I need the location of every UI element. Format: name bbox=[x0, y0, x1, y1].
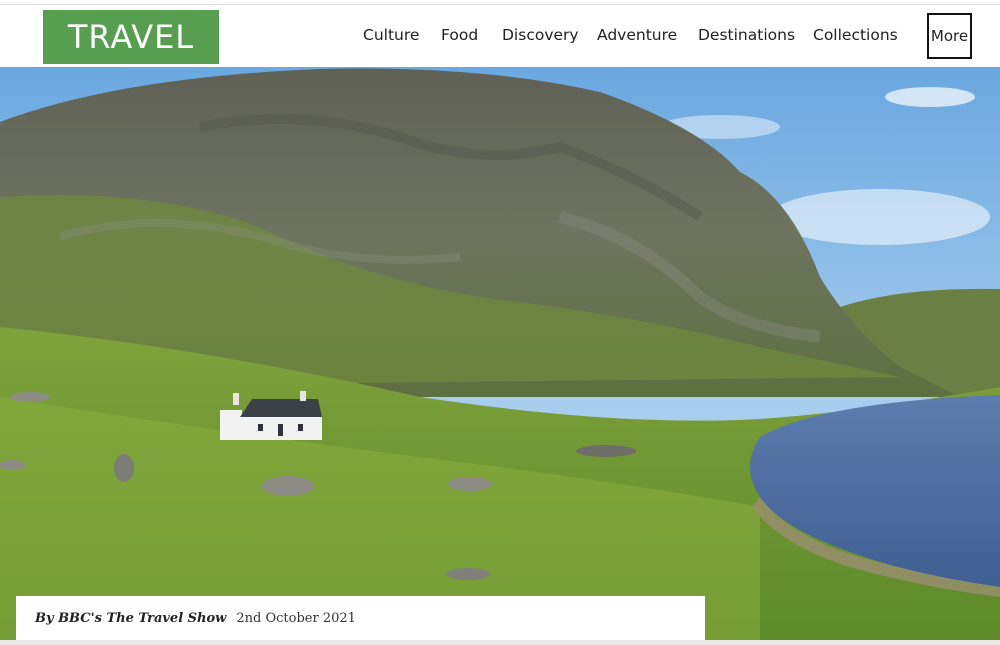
nav-destinations[interactable]: Destinations bbox=[698, 26, 795, 44]
nav-adventure[interactable]: Adventure bbox=[597, 26, 677, 44]
nav-collections[interactable]: Collections bbox=[813, 26, 898, 44]
landscape-illustration bbox=[0, 67, 1000, 640]
nav-food[interactable]: Food bbox=[441, 26, 478, 44]
nav-culture[interactable]: Culture bbox=[363, 26, 419, 44]
hero-image bbox=[0, 67, 1000, 640]
photo-caption: By BBC's The Travel Show 2nd October 202… bbox=[16, 596, 705, 640]
travel-logo[interactable]: TRAVEL bbox=[43, 10, 219, 64]
byline: By BBC's The Travel Show bbox=[35, 610, 227, 626]
site-header: TRAVEL Culture Food Discovery Adventure … bbox=[0, 6, 1000, 67]
top-border bbox=[0, 0, 1000, 5]
publish-date: 2nd October 2021 bbox=[236, 610, 356, 626]
more-button[interactable]: More bbox=[927, 13, 972, 59]
bottom-border bbox=[0, 640, 1000, 645]
nav-discovery[interactable]: Discovery bbox=[502, 26, 579, 44]
